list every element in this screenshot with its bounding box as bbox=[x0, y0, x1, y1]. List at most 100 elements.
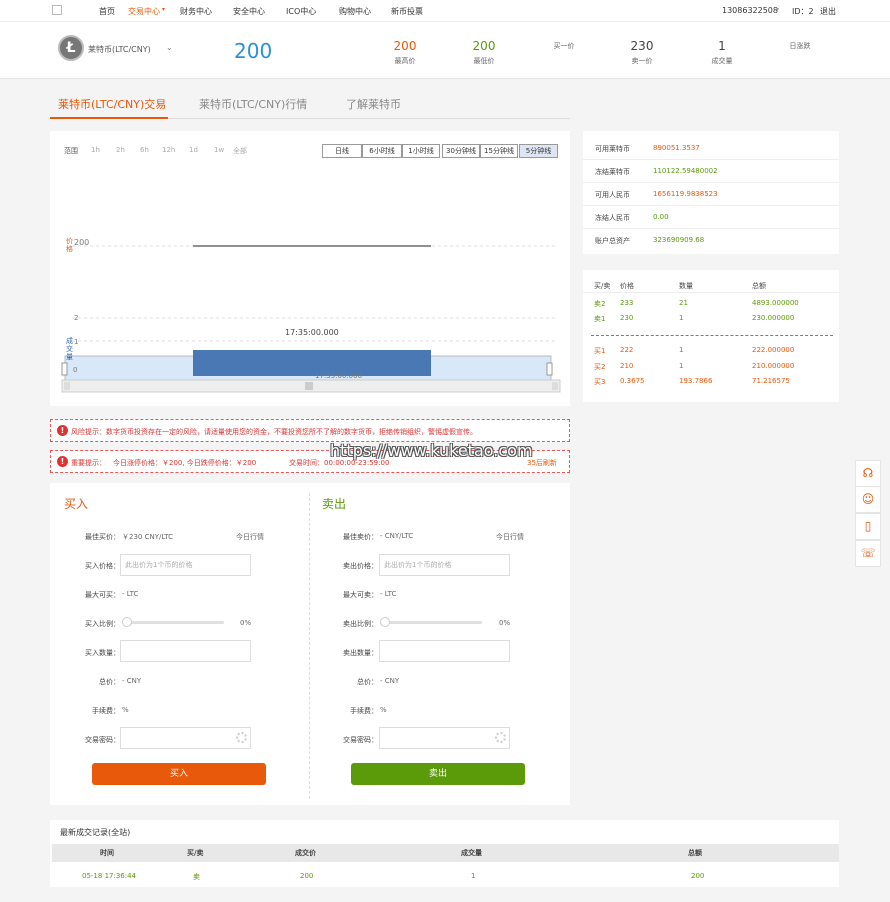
sell-amount-input[interactable] bbox=[379, 640, 510, 662]
sell-max-value: - LTC bbox=[380, 590, 397, 598]
buy-title: 买入 bbox=[64, 497, 89, 511]
buy-max-label: 最大可买： bbox=[85, 591, 120, 599]
sell-password-input[interactable] bbox=[379, 727, 510, 749]
phone-icon[interactable]: ☏ bbox=[855, 540, 881, 567]
sell-ratio-slider[interactable] bbox=[380, 617, 482, 627]
buy-button[interactable]: 买入 bbox=[92, 763, 266, 785]
bid-amount: 1 bbox=[679, 362, 684, 370]
nav-new-coin-vote[interactable]: 新币投票 bbox=[391, 6, 423, 17]
risk-text: 风险提示：数字货币投资存在一定的风险，请适量使用您的资金，不要投资您所不了解的数… bbox=[71, 428, 477, 436]
slider-knob[interactable] bbox=[122, 617, 132, 627]
volume-tick-label: 1 bbox=[74, 338, 79, 346]
current-price: 200 bbox=[234, 39, 273, 63]
tab-market[interactable]: 莱特币(LTC/CNY)行情 bbox=[199, 96, 307, 112]
buy-password-label: 交易密码： bbox=[85, 736, 120, 744]
buy-amount-input[interactable] bbox=[120, 640, 251, 662]
nav-ico-center[interactable]: ICO中心 bbox=[286, 6, 316, 17]
sell-password-label: 交易密码： bbox=[343, 736, 378, 744]
bid-row[interactable]: 买1 222 1 222.000000 bbox=[583, 344, 839, 358]
buy-max-value: - LTC bbox=[122, 590, 139, 598]
scrollbar-thumb[interactable] bbox=[305, 382, 313, 390]
volume-tick-label: 0 bbox=[73, 366, 78, 374]
scrollbar-left-arrow[interactable] bbox=[64, 382, 70, 390]
ask-row[interactable]: 卖2 233 21 4893.000000 bbox=[583, 297, 839, 311]
chat-icon[interactable]: ☺ bbox=[855, 486, 881, 513]
notice-prefix: 重要提示： bbox=[71, 459, 106, 467]
asset-label: 冻结莱特币 bbox=[595, 168, 630, 176]
active-tab-indicator bbox=[50, 117, 168, 119]
trade-records-panel: 最新成交记录(全站) 时间 买/卖 成交价 成交量 总额 05-18 17:36… bbox=[50, 820, 839, 887]
buy-password-input[interactable] bbox=[120, 727, 251, 749]
bid-price: 222 bbox=[620, 346, 634, 354]
ask-row[interactable]: 卖1 230 1 230.000000 bbox=[583, 312, 839, 326]
nav-finance-center[interactable]: 财务中心 bbox=[180, 6, 212, 17]
nav-home[interactable]: 首页 bbox=[99, 6, 115, 17]
assets-panel: 可用莱特币 890051.3537 冻结莱特币 110122.59480002 … bbox=[583, 131, 839, 254]
slider-knob[interactable] bbox=[380, 617, 390, 627]
price-tick-label: 200 bbox=[74, 238, 90, 247]
orderbook-header: 买/卖 价格 数量 总额 bbox=[583, 279, 839, 293]
col-total: 总额 bbox=[752, 282, 766, 290]
tab-trade[interactable]: 莱特币(LTC/CNY)交易 bbox=[58, 96, 166, 112]
col-price: 价格 bbox=[620, 282, 634, 290]
bid-total: 222.000000 bbox=[752, 346, 795, 354]
settings-gear-icon[interactable] bbox=[236, 732, 247, 743]
asset-label: 冻结人民币 bbox=[595, 214, 630, 222]
stat-low: 200 最低价 bbox=[464, 39, 504, 66]
sell-fee-value: % bbox=[380, 706, 387, 714]
volume-axis-label: 成交量 bbox=[66, 337, 73, 361]
nav-shop-center[interactable]: 购物中心 bbox=[339, 6, 371, 17]
bid-row[interactable]: 买3 0.3675 193.7866 71.216575 bbox=[583, 375, 839, 389]
col-amount: 成交量 bbox=[461, 849, 482, 857]
asset-row: 可用人民币 1656119.9838523 bbox=[583, 183, 839, 206]
col-amount: 数量 bbox=[679, 282, 693, 290]
logout-link[interactable]: 退出 bbox=[820, 6, 836, 17]
buy-price-input[interactable] bbox=[120, 554, 251, 576]
coin-selector[interactable]: 莱特币(LTC/CNY) bbox=[88, 44, 151, 55]
divider bbox=[583, 292, 839, 293]
stat-label: 日涨跌 bbox=[789, 42, 811, 50]
nav-trade-center[interactable]: 交易中心 bbox=[128, 6, 160, 17]
nav-security-center[interactable]: 安全中心 bbox=[233, 6, 265, 17]
bid-row[interactable]: 买2 210 1 210.000000 bbox=[583, 360, 839, 374]
customer-service-icon[interactable]: ☊ bbox=[855, 460, 881, 487]
asset-value: 890051.3537 bbox=[653, 144, 700, 152]
bookmark-icon[interactable]: ▯ bbox=[855, 513, 881, 540]
asset-row: 冻结莱特币 110122.59480002 bbox=[583, 160, 839, 183]
stat-value: 1 bbox=[718, 39, 726, 53]
asset-value: 323690909.68 bbox=[653, 236, 705, 244]
orderbook-panel: 买/卖 价格 数量 总额 卖2 233 21 4893.000000 卖1 23… bbox=[583, 270, 839, 402]
user-phone[interactable]: 13086322508 bbox=[722, 6, 778, 15]
tab-about[interactable]: 了解莱特币 bbox=[346, 96, 401, 112]
settings-gear-icon[interactable] bbox=[495, 732, 506, 743]
sell-today-market-link[interactable]: 今日行情 bbox=[496, 532, 524, 542]
bid-side: 买1 bbox=[594, 347, 606, 355]
sell-price-input[interactable] bbox=[379, 554, 510, 576]
price-tick-label: 2 bbox=[74, 314, 79, 322]
navigator-handle-right[interactable] bbox=[546, 362, 553, 376]
chevron-down-icon[interactable]: ⌄ bbox=[166, 43, 173, 52]
buy-total-label: 总价： bbox=[99, 678, 120, 686]
buy-price-label: 买入价格： bbox=[85, 562, 120, 570]
ask-side: 卖2 bbox=[594, 300, 606, 308]
buy-today-market-link[interactable]: 今日行情 bbox=[236, 532, 264, 542]
chart-marks bbox=[193, 245, 431, 376]
sell-total-label: 总价： bbox=[357, 678, 378, 686]
scrollbar-right-arrow[interactable] bbox=[552, 382, 558, 390]
asset-row: 冻结人民币 0.00 bbox=[583, 206, 839, 229]
bid-total: 210.000000 bbox=[752, 362, 795, 370]
buy-best-label: 最佳买价： bbox=[85, 533, 120, 541]
col-side: 买/卖 bbox=[594, 282, 611, 290]
asset-row: 可用莱特币 890051.3537 bbox=[583, 137, 839, 160]
sell-ratio-value: 0% bbox=[499, 619, 511, 627]
buy-ratio-slider[interactable] bbox=[122, 617, 224, 627]
record-price: 200 bbox=[300, 872, 314, 880]
navigator-handle-left[interactable] bbox=[61, 362, 68, 376]
sell-button[interactable]: 卖出 bbox=[351, 763, 525, 785]
stat-label: 成交量 bbox=[711, 57, 733, 65]
sell-best-value: - CNY/LTC bbox=[380, 532, 414, 540]
asset-label: 账户总资产 bbox=[595, 237, 630, 245]
volume-bar bbox=[193, 350, 431, 376]
logo-image[interactable] bbox=[52, 5, 62, 15]
buy-fee-label: 手续费： bbox=[92, 707, 120, 715]
